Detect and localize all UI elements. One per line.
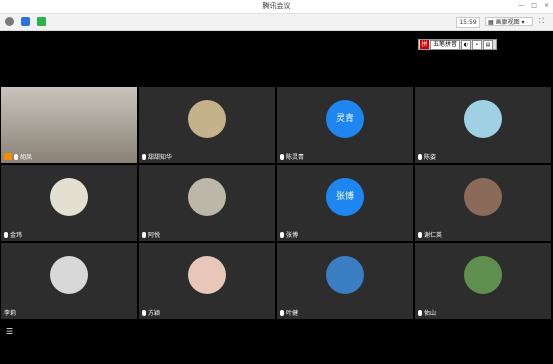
window-title: 腾讯会议 bbox=[262, 2, 291, 10]
chevron-down-icon: ▾ bbox=[521, 19, 525, 26]
grid-view-icon: ▦ bbox=[488, 19, 494, 26]
view-label: 画廊视图 bbox=[495, 19, 520, 26]
avatar bbox=[326, 256, 364, 294]
participant-tile[interactable]: 谢仁英 bbox=[415, 165, 551, 241]
avatar bbox=[50, 256, 88, 294]
mic-muted-icon bbox=[418, 309, 422, 316]
participant-tile[interactable]: 叶健 bbox=[277, 243, 413, 319]
mic-muted-icon bbox=[280, 153, 284, 160]
participant-tile[interactable]: 李莉 bbox=[1, 243, 137, 319]
host-icon bbox=[4, 153, 12, 160]
participant-name: 佑山 bbox=[424, 310, 437, 317]
participant-grid: 胡凤 甜甜知华 灵青 陈灵青 陈姿 金玮 阿悦 张博 张博 谢仁英 李莉 方颖 … bbox=[1, 87, 552, 319]
ime-toolbar[interactable]: 拼 五笔拼音 ◐ • ▤ bbox=[418, 39, 497, 50]
mic-muted-icon bbox=[142, 153, 146, 160]
participant-tile[interactable]: 甜甜知华 bbox=[139, 87, 275, 163]
mic-muted-icon bbox=[280, 231, 284, 238]
participant-tile[interactable]: 张博 张博 bbox=[277, 165, 413, 241]
participant-name: 叶健 bbox=[286, 310, 299, 317]
meeting-timer: 15:59 bbox=[456, 17, 480, 28]
window-controls: — □ × bbox=[518, 2, 549, 9]
mic-muted-icon bbox=[4, 231, 8, 238]
participant-name: 陈姿 bbox=[424, 154, 437, 161]
participant-name: 李莉 bbox=[4, 310, 17, 317]
info-icon[interactable] bbox=[5, 17, 14, 26]
participant-name: 阿悦 bbox=[148, 232, 161, 239]
participant-tile[interactable]: 金玮 bbox=[1, 165, 137, 241]
mic-icon bbox=[14, 153, 18, 160]
maximize-button[interactable]: □ bbox=[531, 2, 537, 9]
security-shield-icon[interactable] bbox=[21, 17, 30, 26]
ime-moon-icon[interactable]: ◐ bbox=[461, 39, 472, 50]
avatar bbox=[464, 100, 502, 138]
ime-punct-icon[interactable]: • bbox=[472, 39, 483, 50]
avatar bbox=[464, 178, 502, 216]
signal-icon[interactable] bbox=[37, 17, 46, 26]
minimize-button[interactable]: — bbox=[518, 2, 524, 9]
participant-name: 甜甜知华 bbox=[148, 154, 173, 161]
participant-name: 胡凤 bbox=[20, 154, 33, 161]
avatar: 张博 bbox=[326, 178, 364, 216]
avatar bbox=[50, 178, 88, 216]
avatar bbox=[188, 256, 226, 294]
mic-muted-icon bbox=[142, 231, 146, 238]
avatar bbox=[464, 256, 502, 294]
mic-icon bbox=[280, 309, 284, 316]
mic-muted-icon bbox=[142, 309, 146, 316]
ime-keyboard-icon[interactable]: ▤ bbox=[483, 39, 494, 50]
ime-logo-icon: 拼 bbox=[420, 40, 429, 49]
fullscreen-icon[interactable]: ⛶ bbox=[539, 17, 544, 26]
window-titlebar: 腾讯会议 — □ × bbox=[0, 0, 553, 14]
gallery-view-button[interactable]: ▦ 画廊视图 ▾ bbox=[485, 17, 533, 26]
participant-tile[interactable]: 佑山 bbox=[415, 243, 551, 319]
meeting-toolbar: 15:59 ▦ 画廊视图 ▾ ⛶ bbox=[0, 14, 553, 31]
participant-tile[interactable]: 阿悦 bbox=[139, 165, 275, 241]
participant-tile[interactable]: 方颖 bbox=[139, 243, 275, 319]
close-button[interactable]: × bbox=[544, 2, 549, 9]
mic-muted-icon bbox=[418, 153, 422, 160]
participant-name: 张博 bbox=[286, 232, 299, 239]
avatar bbox=[188, 178, 226, 216]
participant-name: 金玮 bbox=[10, 232, 23, 239]
participant-tile[interactable]: 陈姿 bbox=[415, 87, 551, 163]
mic-icon bbox=[418, 231, 422, 238]
menu-icon[interactable]: ☰ bbox=[6, 327, 13, 336]
participant-tile[interactable]: 胡凤 bbox=[1, 87, 137, 163]
participant-name: 谢仁英 bbox=[424, 232, 443, 239]
participant-name: 陈灵青 bbox=[286, 154, 305, 161]
ime-mode-label[interactable]: 五笔拼音 bbox=[430, 39, 461, 50]
avatar bbox=[188, 100, 226, 138]
avatar: 灵青 bbox=[326, 100, 364, 138]
participant-name: 方颖 bbox=[148, 310, 161, 317]
participant-tile[interactable]: 灵青 陈灵青 bbox=[277, 87, 413, 163]
